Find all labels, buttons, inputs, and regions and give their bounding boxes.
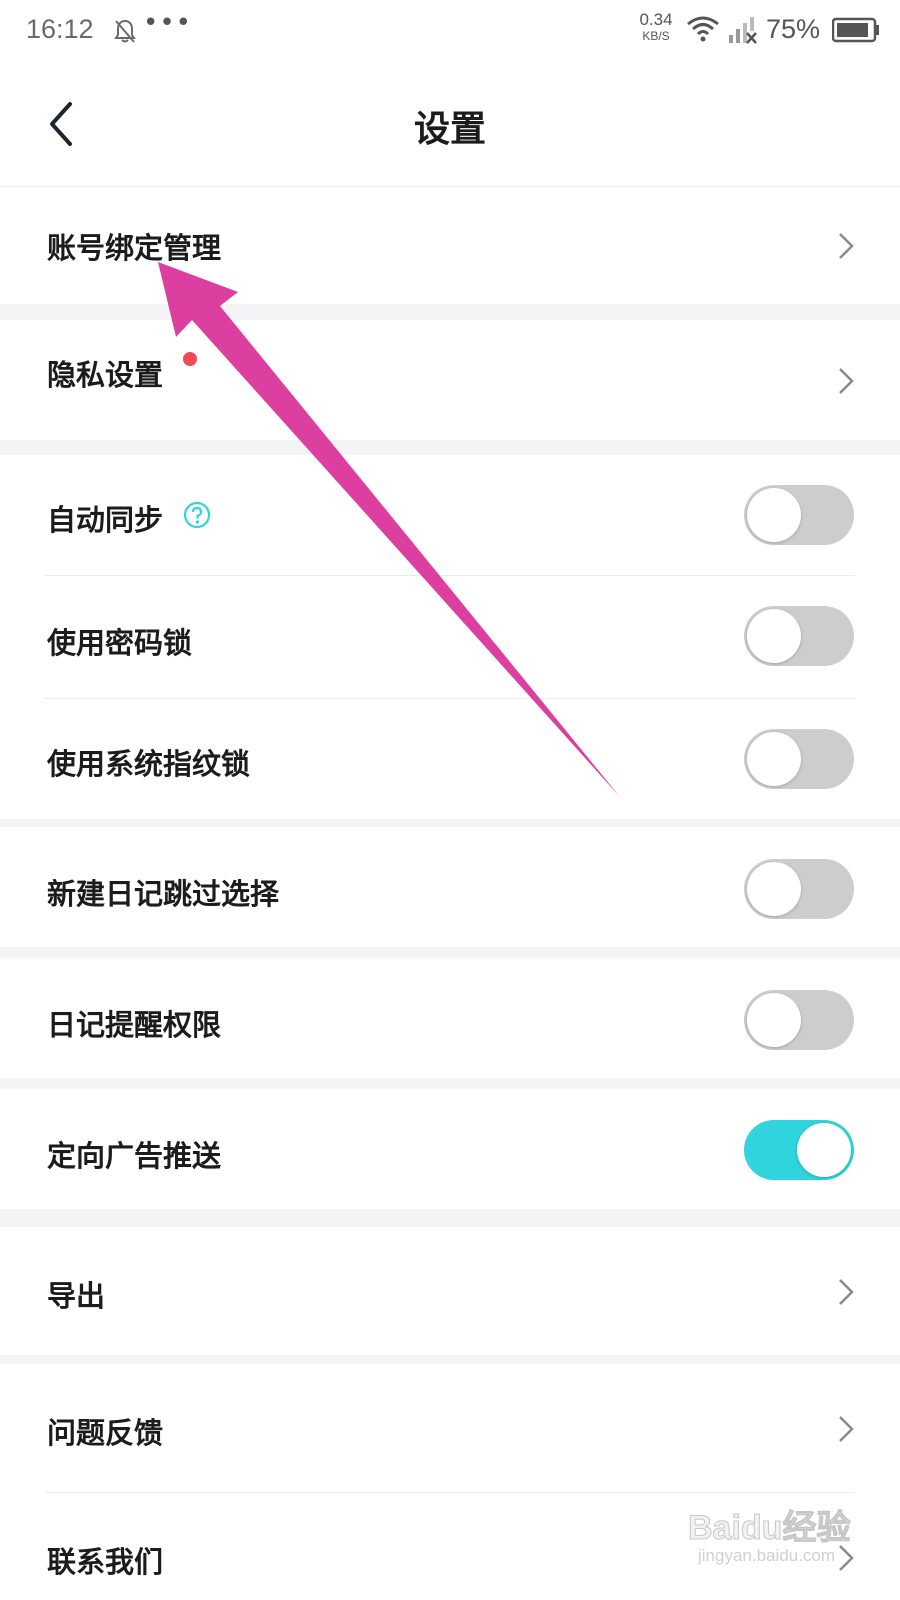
row-privacy-settings[interactable]: 隐私设置 [0, 320, 900, 440]
password-lock-toggle[interactable] [744, 606, 854, 666]
contact-us-label: 联系我们 [47, 1545, 164, 1579]
privacy-settings-label: 隐私设置 [47, 358, 164, 392]
network-speed: 0.34 KB/S [634, 10, 678, 44]
row-feedback[interactable]: 问题反馈 [0, 1364, 900, 1492]
toggle-knob [797, 1123, 851, 1177]
baidu-watermark: Baidu经验 jingyan.baidu.com [687, 1500, 858, 1590]
auto-sync-toggle[interactable] [744, 485, 854, 545]
signal-icon [729, 17, 757, 44]
wifi-icon [687, 16, 719, 42]
status-bar: 16:12 ••• 0.34 KB/S 75% [0, 0, 900, 62]
toggle-knob [747, 862, 801, 916]
network-speed-value: 0.34 [639, 10, 673, 29]
row-password-lock: 使用密码锁 [0, 576, 900, 698]
targeted-ads-label: 定向广告推送 [47, 1139, 222, 1173]
battery-percent: 75% [766, 14, 821, 44]
row-diary-reminder: 日记提醒权限 [0, 958, 900, 1078]
diary-reminder-toggle[interactable] [744, 990, 854, 1050]
toggle-knob [747, 732, 801, 786]
row-export[interactable]: 导出 [0, 1227, 900, 1355]
toggle-knob [747, 993, 801, 1047]
watermark-brand: Baidu经验 [687, 1509, 851, 1548]
toggle-knob [747, 609, 801, 663]
row-skip-selection: 新建日记跳过选择 [0, 827, 900, 947]
chevron-right-icon [839, 1416, 854, 1442]
row-targeted-ads: 定向广告推送 [0, 1089, 900, 1209]
page-title: 设置 [413, 108, 486, 150]
bell-off-icon [114, 19, 136, 43]
account-binding-label: 账号绑定管理 [47, 231, 222, 265]
group-reminder: 日记提醒权限 [0, 958, 900, 1078]
toggle-knob [747, 488, 801, 542]
status-time: 16:12 [26, 14, 94, 44]
more-notifications-icon: ••• [143, 8, 193, 38]
row-fingerprint-lock: 使用系统指纹锁 [0, 699, 900, 819]
group-privacy: 隐私设置 [0, 320, 900, 440]
row-auto-sync: 自动同步 [0, 455, 900, 575]
group-new-diary: 新建日记跳过选择 [0, 827, 900, 947]
help-icon[interactable] [183, 501, 211, 529]
network-speed-unit: KB/S [642, 29, 670, 43]
group-security: 自动同步 使用密码锁 使用系统指纹锁 [0, 455, 900, 819]
new-badge-dot [183, 352, 197, 366]
chevron-right-icon [839, 233, 854, 259]
battery-icon [832, 17, 879, 43]
chevron-right-icon [839, 1279, 854, 1305]
group-export: 导出 [0, 1227, 900, 1355]
skip-selection-label: 新建日记跳过选择 [47, 877, 280, 911]
skip-selection-toggle[interactable] [744, 859, 854, 919]
chevron-right-icon [839, 368, 854, 394]
diary-reminder-label: 日记提醒权限 [47, 1008, 222, 1042]
top-nav-bar: 设置 [0, 62, 900, 187]
group-account: 账号绑定管理 [0, 187, 900, 304]
export-label: 导出 [47, 1279, 106, 1313]
password-lock-label: 使用密码锁 [47, 626, 193, 660]
watermark-url: jingyan.baidu.com [698, 1546, 836, 1565]
auto-sync-label: 自动同步 [47, 503, 164, 537]
group-ads: 定向广告推送 [0, 1089, 900, 1209]
fingerprint-lock-label: 使用系统指纹锁 [47, 747, 251, 781]
row-account-binding[interactable]: 账号绑定管理 [0, 187, 900, 304]
targeted-ads-toggle[interactable] [744, 1120, 854, 1180]
fingerprint-lock-toggle[interactable] [744, 729, 854, 789]
feedback-label: 问题反馈 [47, 1416, 164, 1450]
